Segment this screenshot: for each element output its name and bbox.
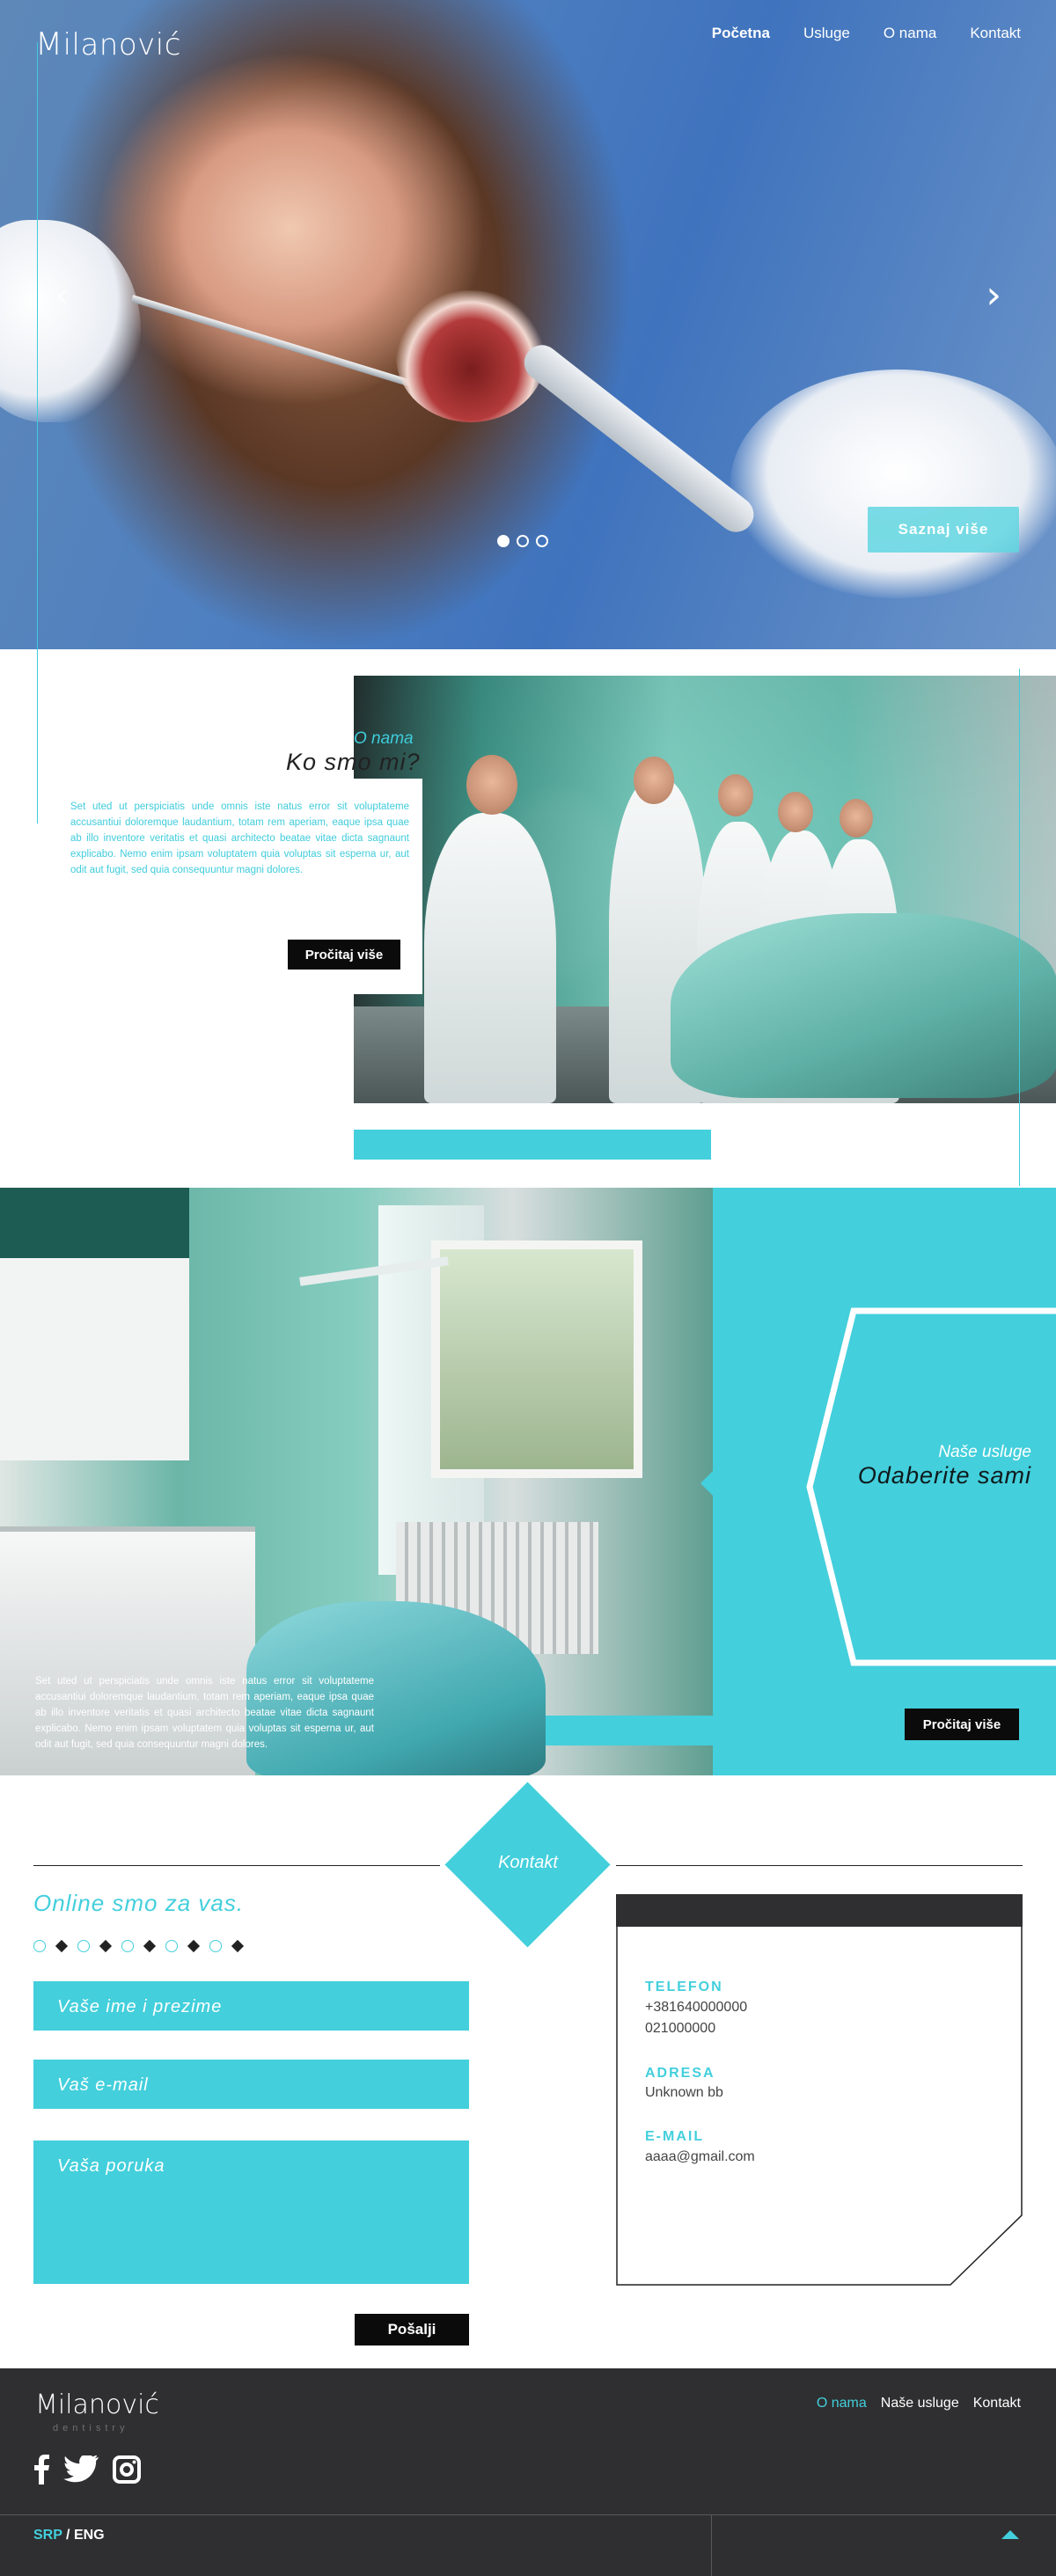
- address-label: ADRESA: [645, 2066, 715, 2081]
- nav-item-kontakt[interactable]: Kontakt: [970, 25, 1021, 42]
- services-read-more-button[interactable]: Pročitaj više: [905, 1709, 1019, 1740]
- phone-value-1: +381640000000: [645, 2000, 748, 2015]
- decor-line-left: [37, 42, 38, 823]
- send-button[interactable]: Pošalji: [355, 2314, 469, 2345]
- facebook-icon[interactable]: [33, 2455, 49, 2485]
- name-input[interactable]: Vaše ime i prezime: [33, 1981, 469, 2031]
- services-pointer: [700, 1469, 715, 1497]
- lang-eng[interactable]: ENG: [74, 2528, 105, 2543]
- pattern-circle: [77, 1940, 90, 1952]
- pattern-circle: [165, 1940, 178, 1952]
- lang-srp[interactable]: SRP: [33, 2528, 62, 2543]
- photo-head: [840, 799, 873, 838]
- logo-text: ilanović: [62, 27, 181, 62]
- pattern-diamond: [231, 1939, 245, 1953]
- logo[interactable]: Milanović: [35, 26, 181, 62]
- pattern-circle: [209, 1940, 222, 1952]
- photo-window: [431, 1240, 642, 1478]
- pattern-diamond: [99, 1939, 113, 1953]
- footer-logo-tagline: dentistry: [53, 2423, 129, 2433]
- pattern-diamond: [143, 1939, 157, 1953]
- pattern-diamond: [55, 1939, 69, 1953]
- about-read-more-button[interactable]: Pročitaj više: [288, 940, 400, 970]
- photo-head: [466, 755, 517, 815]
- address-value: Unknown bb: [645, 2085, 723, 2100]
- nav-item-o-nama[interactable]: O nama: [884, 25, 936, 42]
- tooth-logo-icon: M: [35, 26, 63, 62]
- language-switcher: SRP / ENG: [33, 2528, 105, 2543]
- contact-heading: Kontakt: [498, 1853, 558, 1872]
- phone-value-2: 021000000: [645, 2021, 716, 2036]
- chevron-left-icon[interactable]: ‹: [55, 273, 70, 318]
- footer-divider: [0, 2514, 1056, 2515]
- phone-label: TELEFON: [645, 1980, 723, 1994]
- chevron-right-icon[interactable]: ›: [986, 273, 1001, 318]
- decor-line-right: [1019, 669, 1020, 1186]
- photo-chair: [671, 913, 1056, 1098]
- nav-item-pocetna[interactable]: Početna: [712, 25, 770, 42]
- hero-image-glove-left: [0, 220, 141, 422]
- about-team-photo: [354, 676, 1056, 1103]
- divider-left: [33, 1865, 440, 1866]
- scroll-to-top-icon[interactable]: [1001, 2530, 1019, 2539]
- divider-right: [616, 1865, 1023, 1866]
- services-subtitle: Naše usluge: [938, 1443, 1031, 1461]
- tooth-logo-icon: M: [35, 2389, 58, 2420]
- slider-dot-1[interactable]: [497, 535, 510, 547]
- email-value: aaaa@gmail.com: [645, 2149, 755, 2164]
- services-paragraph: Set uted ut perspiciatis unde omnis iste…: [35, 1676, 374, 1750]
- photo-person: [424, 813, 556, 1103]
- footer-logo-text: ilanović: [57, 2389, 159, 2420]
- footer-nav-kontakt[interactable]: Kontakt: [973, 2396, 1021, 2411]
- photo-cabinet: [0, 1188, 189, 1460]
- about-paragraph: Set uted ut perspiciatis unde omnis iste…: [70, 801, 409, 875]
- pattern-diamond: [187, 1939, 201, 1953]
- slider-dots: [497, 535, 548, 547]
- message-textarea[interactable]: Vaša poruka: [33, 2141, 469, 2284]
- contact-online-heading: Online smo za vas.: [33, 1890, 245, 1916]
- about-accent-bar: [354, 1130, 711, 1160]
- lang-separator: /: [62, 2528, 74, 2543]
- footer-nav-usluge[interactable]: Naše usluge: [881, 2396, 959, 2411]
- footer-nav-o-nama[interactable]: O nama: [817, 2396, 867, 2411]
- photo-head: [718, 774, 753, 816]
- photo-head: [778, 792, 813, 832]
- about-subtitle: O nama: [354, 729, 414, 748]
- services-accent-bar: [546, 1716, 713, 1745]
- hero-image-drill: [517, 338, 761, 539]
- email-label: E-MAIL: [645, 2129, 705, 2144]
- instagram-icon[interactable]: [113, 2455, 141, 2484]
- hero-image-mouth: [396, 290, 546, 422]
- hero-slider: Milanović Početna Usluge O nama Kontakt …: [0, 0, 1056, 649]
- pattern-circle: [121, 1940, 134, 1952]
- decor-pattern: [33, 1939, 245, 1953]
- footer-nav: O nama Naše usluge Kontakt: [803, 2396, 1021, 2411]
- twitter-icon[interactable]: [63, 2455, 99, 2484]
- main-nav: Početna Usluge O nama Kontakt: [678, 25, 1021, 42]
- hero-image-glove-right: [730, 370, 1056, 598]
- about-title: Ko smo mi?: [286, 749, 421, 775]
- footer-vertical-divider: [711, 2514, 712, 2576]
- services-title: Odaberite sami: [857, 1462, 1031, 1489]
- saznaj-vise-button[interactable]: Saznaj više: [868, 507, 1019, 553]
- page: Milanović Početna Usluge O nama Kontakt …: [0, 0, 1056, 2576]
- footer-logo[interactable]: Milanović: [35, 2389, 159, 2420]
- email-input[interactable]: Vaš e-mail: [33, 2060, 469, 2109]
- slider-dot-2[interactable]: [517, 535, 529, 547]
- pattern-circle: [33, 1940, 46, 1952]
- slider-dot-3[interactable]: [536, 535, 548, 547]
- photo-head: [634, 757, 674, 804]
- social-links: [33, 2455, 141, 2485]
- nav-item-usluge[interactable]: Usluge: [803, 25, 850, 42]
